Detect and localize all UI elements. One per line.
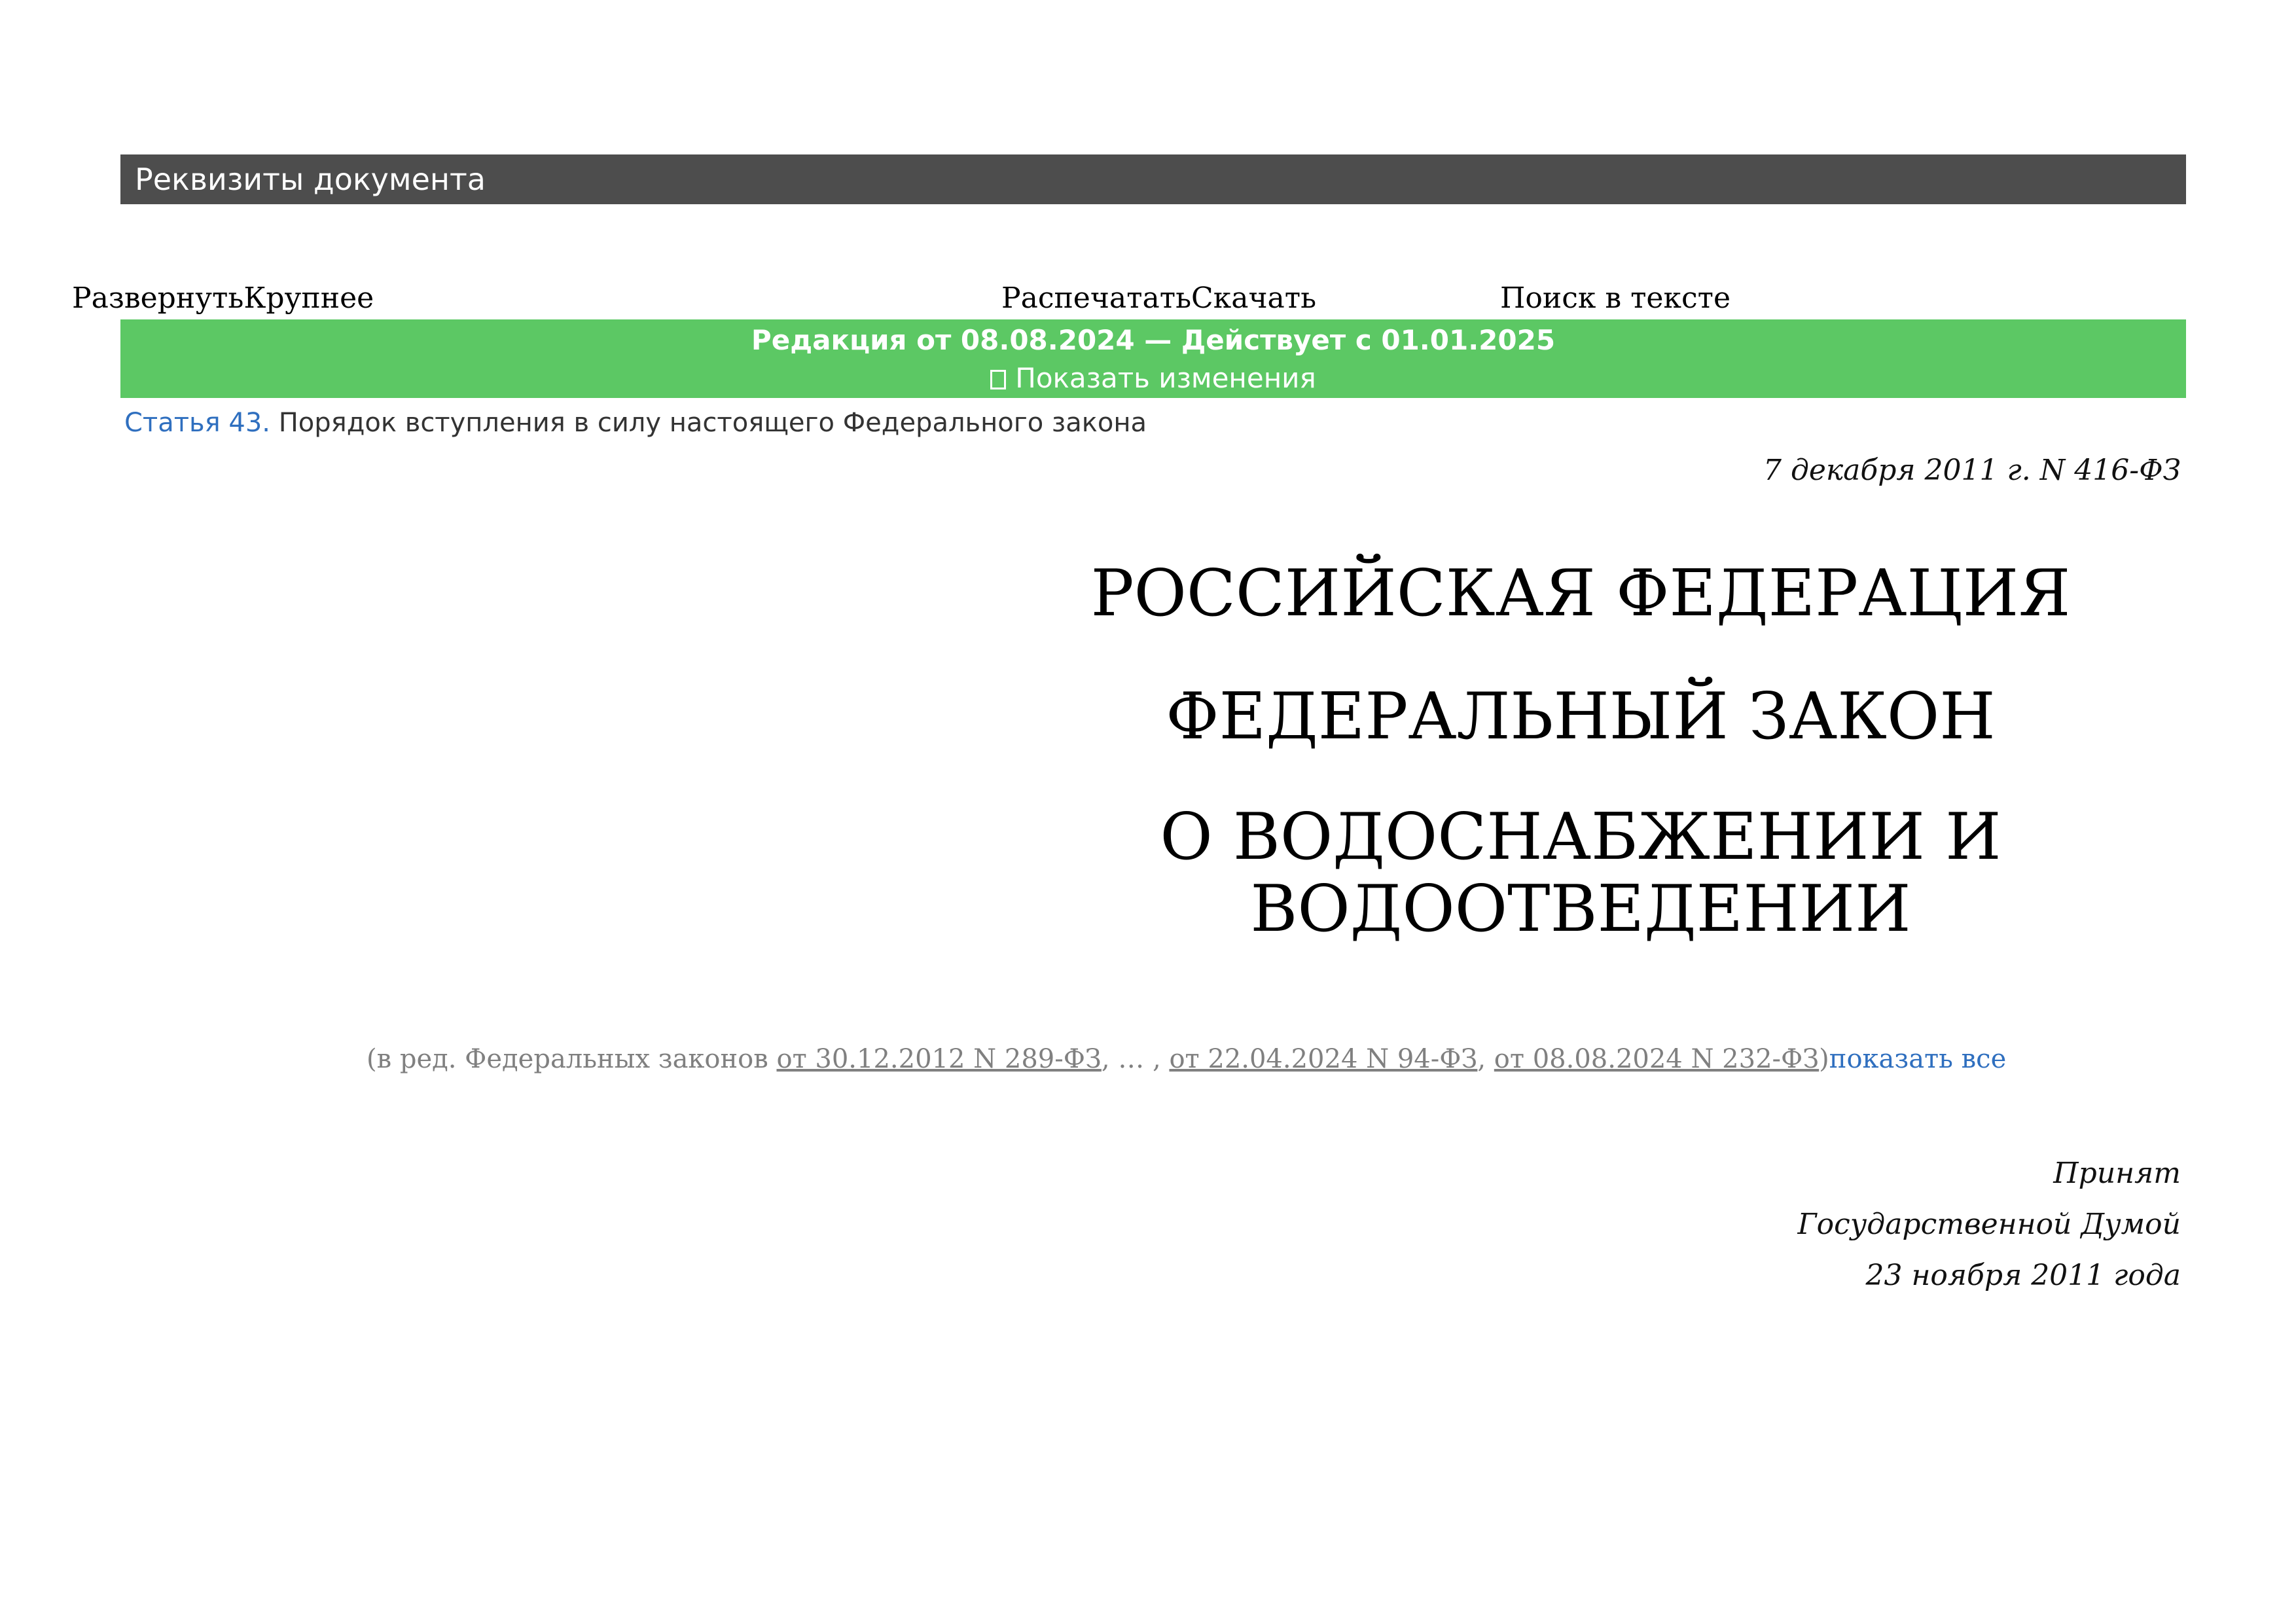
toolbar-middle: РаспечататьСкачать: [1001, 278, 1316, 319]
adoption-line-1: Принят: [2053, 1157, 2181, 1190]
document-details-bar[interactable]: Реквизиты документа: [120, 154, 2186, 204]
edition-banner: Редакция от 08.08.2024 — Действует с 01.…: [120, 319, 2186, 398]
title-country: РОССИЙСКАЯ ФЕДЕРАЦИЯ: [1090, 556, 2071, 631]
download-button[interactable]: Скачать: [1191, 281, 1316, 315]
article-navigation: Статья 43. Порядок вступления в силу нас…: [124, 402, 1147, 444]
show-all-amendments-link[interactable]: показать все: [1829, 1044, 2006, 1074]
article-link[interactable]: Статья 43.: [124, 408, 270, 438]
amendments-separator-1: , … ,: [1101, 1044, 1170, 1074]
print-button[interactable]: Распечатать: [1001, 281, 1191, 315]
amendment-link-3[interactable]: от 08.08.2024 N 232-ФЗ: [1494, 1044, 1819, 1074]
show-changes-button[interactable]: Показать изменения: [120, 359, 2186, 398]
amendments-suffix: ): [1819, 1044, 1829, 1074]
show-changes-label: Показать изменения: [1015, 362, 1316, 394]
expand-button[interactable]: Развернуть: [72, 281, 243, 315]
adoption-line-2: Государственной Думой: [1797, 1208, 2181, 1241]
amendment-link-2[interactable]: от 22.04.2024 N 94-ФЗ: [1169, 1044, 1477, 1074]
larger-font-button[interactable]: Крупнее: [243, 281, 374, 315]
title-name-line-2: ВОДООТВЕДЕНИИ: [1250, 872, 1911, 947]
title-document-name: О ВОДОСНАБЖЕНИИ И ВОДООТВЕДЕНИИ: [1080, 801, 2081, 945]
toolbar-left: РазвернутьКрупнее: [72, 278, 374, 319]
amendments-separator-2: ,: [1477, 1044, 1494, 1074]
search-in-text-button[interactable]: Поиск в тексте: [1500, 281, 1731, 315]
document-page: Реквизиты документа РазвернутьКрупнее Ра…: [0, 0, 2296, 1624]
document-date-number: 7 декабря 2011 г. N 416-ФЗ: [1763, 454, 2181, 487]
title-document-type: ФЕДЕРАЛЬНЫЙ ЗАКОН: [1166, 679, 1996, 754]
article-title: Порядок вступления в силу настоящего Фед…: [270, 408, 1147, 438]
title-name-line-1: О ВОДОСНАБЖЕНИИ И: [1160, 800, 2001, 875]
toolbar-right: Поиск в тексте: [1500, 278, 1731, 319]
amendments-line: (в ред. Федеральных законов от 30.12.201…: [367, 1038, 2006, 1080]
changes-icon: [990, 370, 1007, 389]
amendment-link-1[interactable]: от 30.12.2012 N 289-ФЗ: [776, 1044, 1101, 1074]
edition-status-text: Редакция от 08.08.2024 — Действует с 01.…: [751, 324, 1556, 356]
amendments-prefix: (в ред. Федеральных законов: [367, 1044, 777, 1074]
adoption-date: 23 ноября 2011 года: [1865, 1259, 2181, 1292]
